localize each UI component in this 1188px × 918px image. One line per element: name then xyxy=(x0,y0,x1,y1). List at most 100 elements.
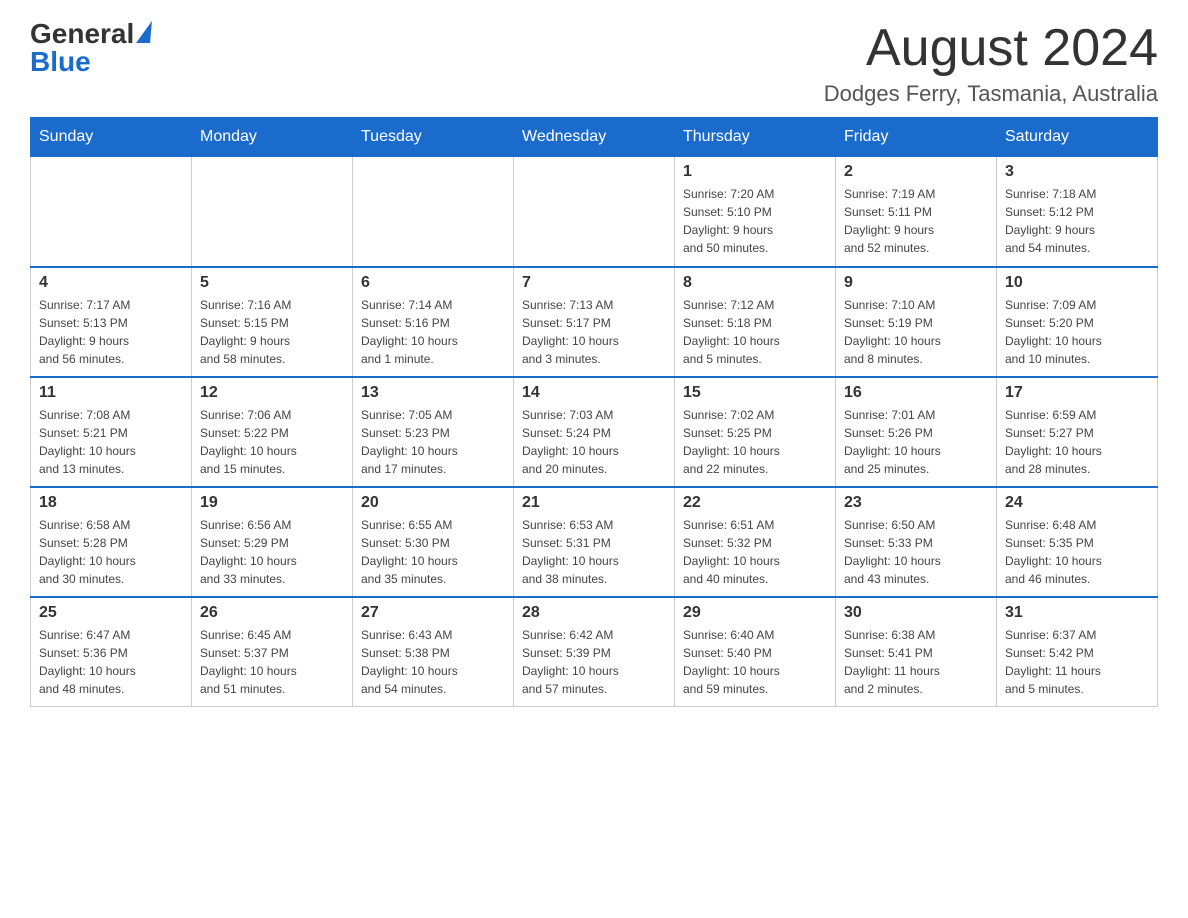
table-row: 11Sunrise: 7:08 AM Sunset: 5:21 PM Dayli… xyxy=(31,377,192,487)
table-row: 20 Sunrise: 6:55 AM Sunset: 5:30 PM Dayli… xyxy=(353,487,514,597)
col-sunday: Sunday xyxy=(31,118,192,157)
table-row: 6 Sunrise: 7:14 AM Sunset: 5:16 PM Daylig… xyxy=(353,267,514,377)
day-number: 20 xyxy=(361,494,505,512)
col-saturday: Saturday xyxy=(997,118,1158,157)
day-number: 3 xyxy=(1005,163,1149,181)
day-info: Sunrise: 7:06 AM Sunset: 5:22 PM Dayligh… xyxy=(200,406,344,478)
day-number: 12 xyxy=(200,384,344,402)
table-row: 26 Sunrise: 6:45 AM Sunset: 5:37 PM Dayli… xyxy=(192,597,353,707)
table-row: 25 Sunrise: 6:47 AM Sunset: 5:36 PM Dayli… xyxy=(31,597,192,707)
day-info: Sunrise: 7:14 AM Sunset: 5:16 PM Dayligh… xyxy=(361,296,505,368)
day-info: Sunrise: 6:40 AM Sunset: 5:40 PM Dayligh… xyxy=(683,626,827,698)
table-row: 24 Sunrise: 6:48 AM Sunset: 5:35 PM Dayli… xyxy=(997,487,1158,597)
table-row: 7 Sunrise: 7:13 AM Sunset: 5:17 PM Daylig… xyxy=(514,267,675,377)
table-row: 21 Sunrise: 6:53 AM Sunset: 5:31 PM Dayli… xyxy=(514,487,675,597)
day-number: 29 xyxy=(683,604,827,622)
day-info: Sunrise: 7:01 AM Sunset: 5:26 PM Dayligh… xyxy=(844,406,988,478)
calendar-table: Sunday Monday Tuesday Wednesday Thursday… xyxy=(30,117,1158,707)
day-info: Sunrise: 6:53 AM Sunset: 5:31 PM Dayligh… xyxy=(522,516,666,588)
table-row: 17Sunrise: 6:59 AM Sunset: 5:27 PM Dayli… xyxy=(997,377,1158,487)
month-year-title: August 2024 xyxy=(824,20,1158,77)
day-number: 11 xyxy=(39,384,183,402)
table-row: 19 Sunrise: 6:56 AM Sunset: 5:29 PM Dayli… xyxy=(192,487,353,597)
day-info: Sunrise: 7:19 AM Sunset: 5:11 PM Dayligh… xyxy=(844,185,988,257)
day-number: 8 xyxy=(683,274,827,292)
day-number: 4 xyxy=(39,274,183,292)
col-thursday: Thursday xyxy=(675,118,836,157)
calendar-week-row: 18 Sunrise: 6:58 AM Sunset: 5:28 PM Dayli… xyxy=(31,487,1158,597)
day-info: Sunrise: 7:03 AM Sunset: 5:24 PM Dayligh… xyxy=(522,406,666,478)
col-wednesday: Wednesday xyxy=(514,118,675,157)
day-number: 7 xyxy=(522,274,666,292)
calendar-week-row: 1 Sunrise: 7:20 AM Sunset: 5:10 PM Daylig… xyxy=(31,157,1158,267)
table-row: 18 Sunrise: 6:58 AM Sunset: 5:28 PM Dayli… xyxy=(31,487,192,597)
col-monday: Monday xyxy=(192,118,353,157)
day-number: 19 xyxy=(200,494,344,512)
logo-blue-text: Blue xyxy=(30,48,91,76)
day-number: 25 xyxy=(39,604,183,622)
table-row: 15Sunrise: 7:02 AM Sunset: 5:25 PM Dayli… xyxy=(675,377,836,487)
day-number: 30 xyxy=(844,604,988,622)
day-number: 27 xyxy=(361,604,505,622)
table-row: 23 Sunrise: 6:50 AM Sunset: 5:33 PM Dayli… xyxy=(836,487,997,597)
day-info: Sunrise: 7:05 AM Sunset: 5:23 PM Dayligh… xyxy=(361,406,505,478)
table-row xyxy=(353,157,514,267)
header: General Blue August 2024 Dodges Ferry, T… xyxy=(30,20,1158,107)
table-row: 3 Sunrise: 7:18 AM Sunset: 5:12 PM Daylig… xyxy=(997,157,1158,267)
day-number: 17 xyxy=(1005,384,1149,402)
day-info: Sunrise: 6:48 AM Sunset: 5:35 PM Dayligh… xyxy=(1005,516,1149,588)
table-row: 28Sunrise: 6:42 AM Sunset: 5:39 PM Dayli… xyxy=(514,597,675,707)
day-info: Sunrise: 6:56 AM Sunset: 5:29 PM Dayligh… xyxy=(200,516,344,588)
day-number: 26 xyxy=(200,604,344,622)
calendar-week-row: 11Sunrise: 7:08 AM Sunset: 5:21 PM Dayli… xyxy=(31,377,1158,487)
day-info: Sunrise: 7:20 AM Sunset: 5:10 PM Dayligh… xyxy=(683,185,827,257)
day-info: Sunrise: 7:13 AM Sunset: 5:17 PM Dayligh… xyxy=(522,296,666,368)
day-number: 6 xyxy=(361,274,505,292)
day-info: Sunrise: 6:47 AM Sunset: 5:36 PM Dayligh… xyxy=(39,626,183,698)
day-info: Sunrise: 6:38 AM Sunset: 5:41 PM Dayligh… xyxy=(844,626,988,698)
day-number: 13 xyxy=(361,384,505,402)
table-row: 13 Sunrise: 7:05 AM Sunset: 5:23 PM Dayli… xyxy=(353,377,514,487)
day-number: 16 xyxy=(844,384,988,402)
table-row: 4 Sunrise: 7:17 AM Sunset: 5:13 PM Daylig… xyxy=(31,267,192,377)
table-row: 16 Sunrise: 7:01 AM Sunset: 5:26 PM Dayli… xyxy=(836,377,997,487)
day-number: 22 xyxy=(683,494,827,512)
day-info: Sunrise: 7:18 AM Sunset: 5:12 PM Dayligh… xyxy=(1005,185,1149,257)
col-friday: Friday xyxy=(836,118,997,157)
day-number: 1 xyxy=(683,163,827,181)
table-row: 30 Sunrise: 6:38 AM Sunset: 5:41 PM Dayli… xyxy=(836,597,997,707)
day-number: 31 xyxy=(1005,604,1149,622)
day-number: 18 xyxy=(39,494,183,512)
day-info: Sunrise: 7:17 AM Sunset: 5:13 PM Dayligh… xyxy=(39,296,183,368)
day-info: Sunrise: 6:37 AM Sunset: 5:42 PM Dayligh… xyxy=(1005,626,1149,698)
day-number: 23 xyxy=(844,494,988,512)
calendar-week-row: 25 Sunrise: 6:47 AM Sunset: 5:36 PM Dayli… xyxy=(31,597,1158,707)
day-info: Sunrise: 7:10 AM Sunset: 5:19 PM Dayligh… xyxy=(844,296,988,368)
calendar-header-row: Sunday Monday Tuesday Wednesday Thursday… xyxy=(31,118,1158,157)
table-row xyxy=(514,157,675,267)
day-number: 2 xyxy=(844,163,988,181)
day-info: Sunrise: 6:43 AM Sunset: 5:38 PM Dayligh… xyxy=(361,626,505,698)
day-number: 21 xyxy=(522,494,666,512)
day-info: Sunrise: 7:09 AM Sunset: 5:20 PM Dayligh… xyxy=(1005,296,1149,368)
day-number: 24 xyxy=(1005,494,1149,512)
calendar-week-row: 4 Sunrise: 7:17 AM Sunset: 5:13 PM Daylig… xyxy=(31,267,1158,377)
logo-general-text: General xyxy=(30,20,151,48)
day-info: Sunrise: 6:51 AM Sunset: 5:32 PM Dayligh… xyxy=(683,516,827,588)
day-info: Sunrise: 6:50 AM Sunset: 5:33 PM Dayligh… xyxy=(844,516,988,588)
table-row: 1 Sunrise: 7:20 AM Sunset: 5:10 PM Daylig… xyxy=(675,157,836,267)
day-info: Sunrise: 6:55 AM Sunset: 5:30 PM Dayligh… xyxy=(361,516,505,588)
day-info: Sunrise: 6:58 AM Sunset: 5:28 PM Dayligh… xyxy=(39,516,183,588)
title-area: August 2024 Dodges Ferry, Tasmania, Aust… xyxy=(824,20,1158,107)
table-row: 12 Sunrise: 7:06 AM Sunset: 5:22 PM Dayli… xyxy=(192,377,353,487)
col-tuesday: Tuesday xyxy=(353,118,514,157)
day-number: 15 xyxy=(683,384,827,402)
day-info: Sunrise: 6:45 AM Sunset: 5:37 PM Dayligh… xyxy=(200,626,344,698)
day-info: Sunrise: 6:42 AM Sunset: 5:39 PM Dayligh… xyxy=(522,626,666,698)
day-info: Sunrise: 7:16 AM Sunset: 5:15 PM Dayligh… xyxy=(200,296,344,368)
day-number: 10 xyxy=(1005,274,1149,292)
day-number: 9 xyxy=(844,274,988,292)
table-row xyxy=(192,157,353,267)
day-number: 14 xyxy=(522,384,666,402)
table-row: 31 Sunrise: 6:37 AM Sunset: 5:42 PM Dayli… xyxy=(997,597,1158,707)
